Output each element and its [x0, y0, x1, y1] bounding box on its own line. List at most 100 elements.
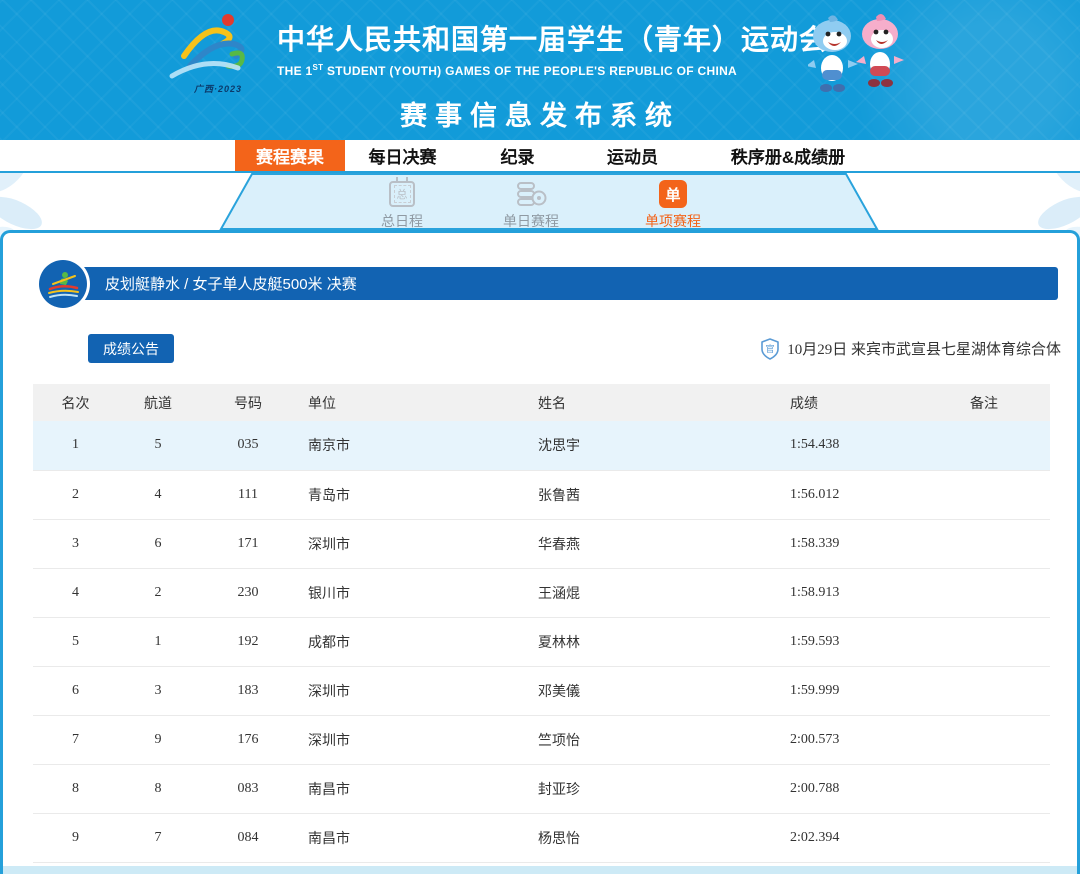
subnav-label: 单项赛程: [645, 213, 701, 229]
cell-team: 深圳市: [298, 519, 528, 569]
cell-name: 张鲁茜: [528, 470, 778, 520]
cell-lane: 2: [118, 568, 198, 618]
cell-team: 南京市: [298, 421, 528, 471]
games-logo: 广西·2023: [166, 10, 272, 102]
official-glyph: 官: [766, 343, 775, 354]
cell-lane: 4: [118, 470, 198, 520]
table-row[interactable]: 3 6 171 深圳市 华春燕 1:58.339: [33, 519, 1050, 569]
cell-rank: 3: [33, 519, 118, 569]
table-row[interactable]: 8 8 083 南昌市 封亚珍 2:00.788: [33, 764, 1050, 814]
cell-lane: 3: [118, 666, 198, 716]
cell-name: 邓美儀: [528, 666, 778, 716]
tab-daily-finals[interactable]: 每日决赛: [345, 140, 460, 171]
col-rank: 名次: [33, 384, 118, 421]
single-event-icon: 单: [659, 179, 687, 209]
cell-team: 南昌市: [298, 813, 528, 863]
col-number: 号码: [198, 384, 298, 421]
cell-remark: [918, 764, 1050, 814]
cell-rank: 9: [33, 813, 118, 863]
cell-result: 1:54.438: [778, 421, 918, 471]
results-table-wrap: 名次 航道 号码 单位 姓名 成绩 备注 1 5 035 南京市 沈思宇 1:54.438…: [33, 384, 1050, 863]
cell-lane: 8: [118, 764, 198, 814]
cell-name: 华春燕: [528, 519, 778, 569]
cell-rank: 8: [33, 764, 118, 814]
event-meta-row: 成绩公告 官 10月29日 来宾市武宣县七星湖体育综合体: [88, 334, 1061, 363]
calendar-total-icon: 总: [389, 177, 415, 209]
canoe-sprint-icon: [39, 260, 87, 308]
tab-athletes[interactable]: 运动员: [575, 140, 690, 171]
table-header-row: 名次 航道 号码 单位 姓名 成绩 备注: [33, 384, 1050, 421]
site-header: 广西·2023 中华人民共和国第一届学生（青年）运动会 THE 1ST STUD…: [0, 0, 1080, 140]
cell-rank: 2: [33, 470, 118, 520]
page-title-cn: 中华人民共和国第一届学生（青年）运动会: [277, 24, 829, 55]
title-en-prefix: THE 1: [277, 64, 313, 78]
subnav-item-single-event-schedule[interactable]: 单 单项赛程: [598, 179, 748, 231]
schedule-text: 10月29日 来宾市武宣县七星湖体育综合体: [787, 342, 1061, 358]
cell-lane: 1: [118, 617, 198, 667]
cell-number: 083: [198, 764, 298, 814]
official-shield-icon: 官: [761, 337, 780, 360]
table-row[interactable]: 1 5 035 南京市 沈思宇 1:54.438: [33, 421, 1050, 471]
mascots-icon: [808, 13, 904, 92]
subnav: 总 总日程 单日赛程 单 单项赛程: [0, 153, 1080, 250]
event-schedule: 官 10月29日 来宾市武宣县七星湖体育综合体: [760, 337, 1061, 360]
cell-name: 封亚珍: [528, 764, 778, 814]
cell-number: 183: [198, 666, 298, 716]
col-remark: 备注: [918, 384, 1050, 421]
title-en-rest: STUDENT (YOUTH) GAMES OF THE PEOPLE'S RE…: [323, 64, 738, 78]
cell-remark: [918, 813, 1050, 863]
cell-number: 230: [198, 568, 298, 618]
cell-remark: [918, 666, 1050, 716]
cell-remark: [918, 568, 1050, 618]
cell-remark: [918, 519, 1050, 569]
cell-team: 深圳市: [298, 666, 528, 716]
table-row[interactable]: 9 7 084 南昌市 杨思怡 2:02.394: [33, 813, 1050, 863]
cell-result: 1:59.999: [778, 666, 918, 716]
page-title-en: THE 1ST STUDENT (YOUTH) GAMES OF THE PEO…: [277, 63, 828, 78]
event-title-bar: 皮划艇静水 / 女子单人皮艇500米 决赛: [81, 267, 1058, 300]
content-panel: 皮划艇静水 / 女子单人皮艇500米 决赛 成绩公告 官 10月29日 来宾市武…: [0, 230, 1080, 874]
table-row[interactable]: 4 2 230 银川市 王涵焜 1:58.913: [33, 568, 1050, 618]
cell-rank: 5: [33, 617, 118, 667]
col-team: 单位: [298, 384, 528, 421]
subnav-label: 单日赛程: [503, 213, 559, 229]
tab-records[interactable]: 纪录: [460, 140, 575, 171]
cell-result: 1:56.012: [778, 470, 918, 520]
subnav-item-overall-schedule[interactable]: 总 总日程: [340, 177, 464, 231]
cell-number: 035: [198, 421, 298, 471]
subnav-item-daily-schedule[interactable]: 单日赛程: [464, 179, 598, 231]
table-row[interactable]: 5 1 192 成都市 夏林林 1:59.593: [33, 617, 1050, 667]
main-nav: 赛程赛果 每日决赛 纪录 运动员 秩序册&成绩册: [0, 140, 1080, 173]
tab-books[interactable]: 秩序册&成绩册: [708, 140, 868, 171]
bottom-strip: [3, 866, 1077, 874]
table-row[interactable]: 2 4 111 青岛市 张鲁茜 1:56.012: [33, 470, 1050, 520]
title-en-sup: ST: [312, 63, 324, 72]
table-row[interactable]: 7 9 176 深圳市 竺项怡 2:00.573: [33, 715, 1050, 765]
cell-lane: 5: [118, 421, 198, 471]
system-title: 赛事信息发布系统: [400, 101, 680, 131]
cell-result: 1:58.913: [778, 568, 918, 618]
event-header-row: 皮划艇静水 / 女子单人皮艇500米 决赛: [3, 260, 1077, 310]
cell-name: 杨思怡: [528, 813, 778, 863]
cell-result: 1:58.339: [778, 519, 918, 569]
cell-remark: [918, 617, 1050, 667]
col-result: 成绩: [778, 384, 918, 421]
tab-schedule-results[interactable]: 赛程赛果: [235, 140, 345, 171]
cell-name: 夏林林: [528, 617, 778, 667]
cell-team: 成都市: [298, 617, 528, 667]
cell-number: 171: [198, 519, 298, 569]
cell-lane: 7: [118, 813, 198, 863]
cell-rank: 1: [33, 421, 118, 471]
event-title: 皮划艇静水 / 女子单人皮艇500米 决赛: [105, 276, 357, 293]
cell-result: 2:00.788: [778, 764, 918, 814]
table-row[interactable]: 6 3 183 深圳市 邓美儀 1:59.999: [33, 666, 1050, 716]
cell-team: 银川市: [298, 568, 528, 618]
cell-lane: 9: [118, 715, 198, 765]
cell-remark: [918, 715, 1050, 765]
results-announcement-button[interactable]: 成绩公告: [88, 334, 174, 363]
cell-rank: 4: [33, 568, 118, 618]
cell-lane: 6: [118, 519, 198, 569]
cell-number: 176: [198, 715, 298, 765]
cell-team: 南昌市: [298, 764, 528, 814]
results-table: 名次 航道 号码 单位 姓名 成绩 备注 1 5 035 南京市 沈思宇 1:54.438…: [33, 384, 1050, 863]
